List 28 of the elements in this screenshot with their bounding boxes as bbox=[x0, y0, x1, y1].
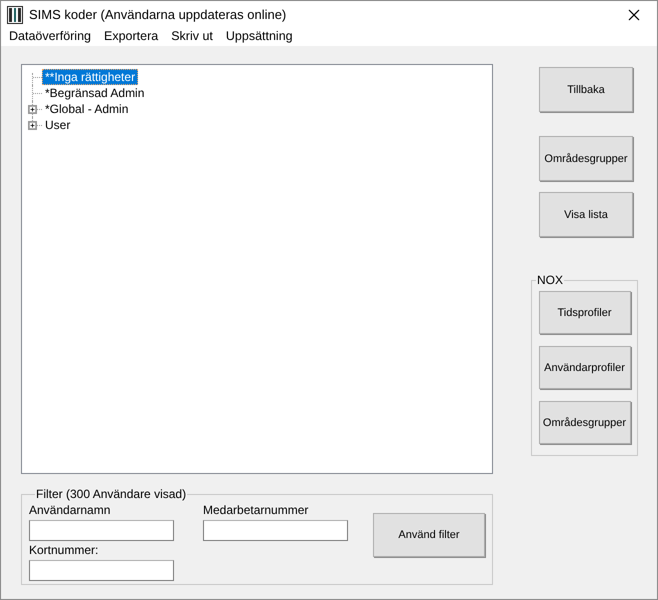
expand-icon[interactable] bbox=[28, 121, 37, 130]
tree-item[interactable]: *Begränsad Admin bbox=[42, 85, 148, 101]
tree-item[interactable]: *Global - Admin bbox=[42, 101, 132, 117]
field-label: Användarnamn bbox=[29, 503, 112, 518]
action-button[interactable]: Områdesgrupper bbox=[539, 136, 633, 181]
action-button[interactable]: Områdesgrupper bbox=[538, 401, 630, 444]
apply-filter-button[interactable]: Använd filter bbox=[373, 513, 485, 557]
menu-item[interactable]: Skriv ut bbox=[165, 28, 220, 46]
tree-item[interactable]: **Inga rättigheter bbox=[42, 69, 138, 85]
menu-item[interactable]: Uppsättning bbox=[220, 28, 300, 46]
action-button[interactable]: Tillbaka bbox=[539, 67, 633, 112]
action-button[interactable]: Användarprofiler bbox=[538, 346, 630, 389]
input-field[interactable] bbox=[29, 560, 174, 581]
menu-item[interactable]: Dataöverföring bbox=[3, 28, 98, 46]
field-label: Kortnummer: bbox=[29, 543, 100, 558]
group-title: NOX bbox=[536, 273, 564, 287]
close-icon[interactable] bbox=[628, 8, 640, 20]
window-title: SIMS koder (Användarna uppdateras online) bbox=[29, 7, 288, 22]
group-title: Filter (300 Användare visad) bbox=[35, 487, 188, 501]
field-label: Medarbetarnummer bbox=[203, 503, 310, 518]
input-field[interactable] bbox=[29, 520, 174, 541]
tree-item[interactable]: User bbox=[42, 117, 74, 133]
expand-icon[interactable] bbox=[28, 105, 37, 114]
app-icon bbox=[7, 6, 23, 24]
action-button[interactable]: Tidsprofiler bbox=[538, 291, 630, 334]
input-field[interactable] bbox=[203, 520, 348, 541]
menu-item[interactable]: Exportera bbox=[98, 28, 166, 46]
action-button[interactable]: Visa lista bbox=[539, 192, 633, 237]
